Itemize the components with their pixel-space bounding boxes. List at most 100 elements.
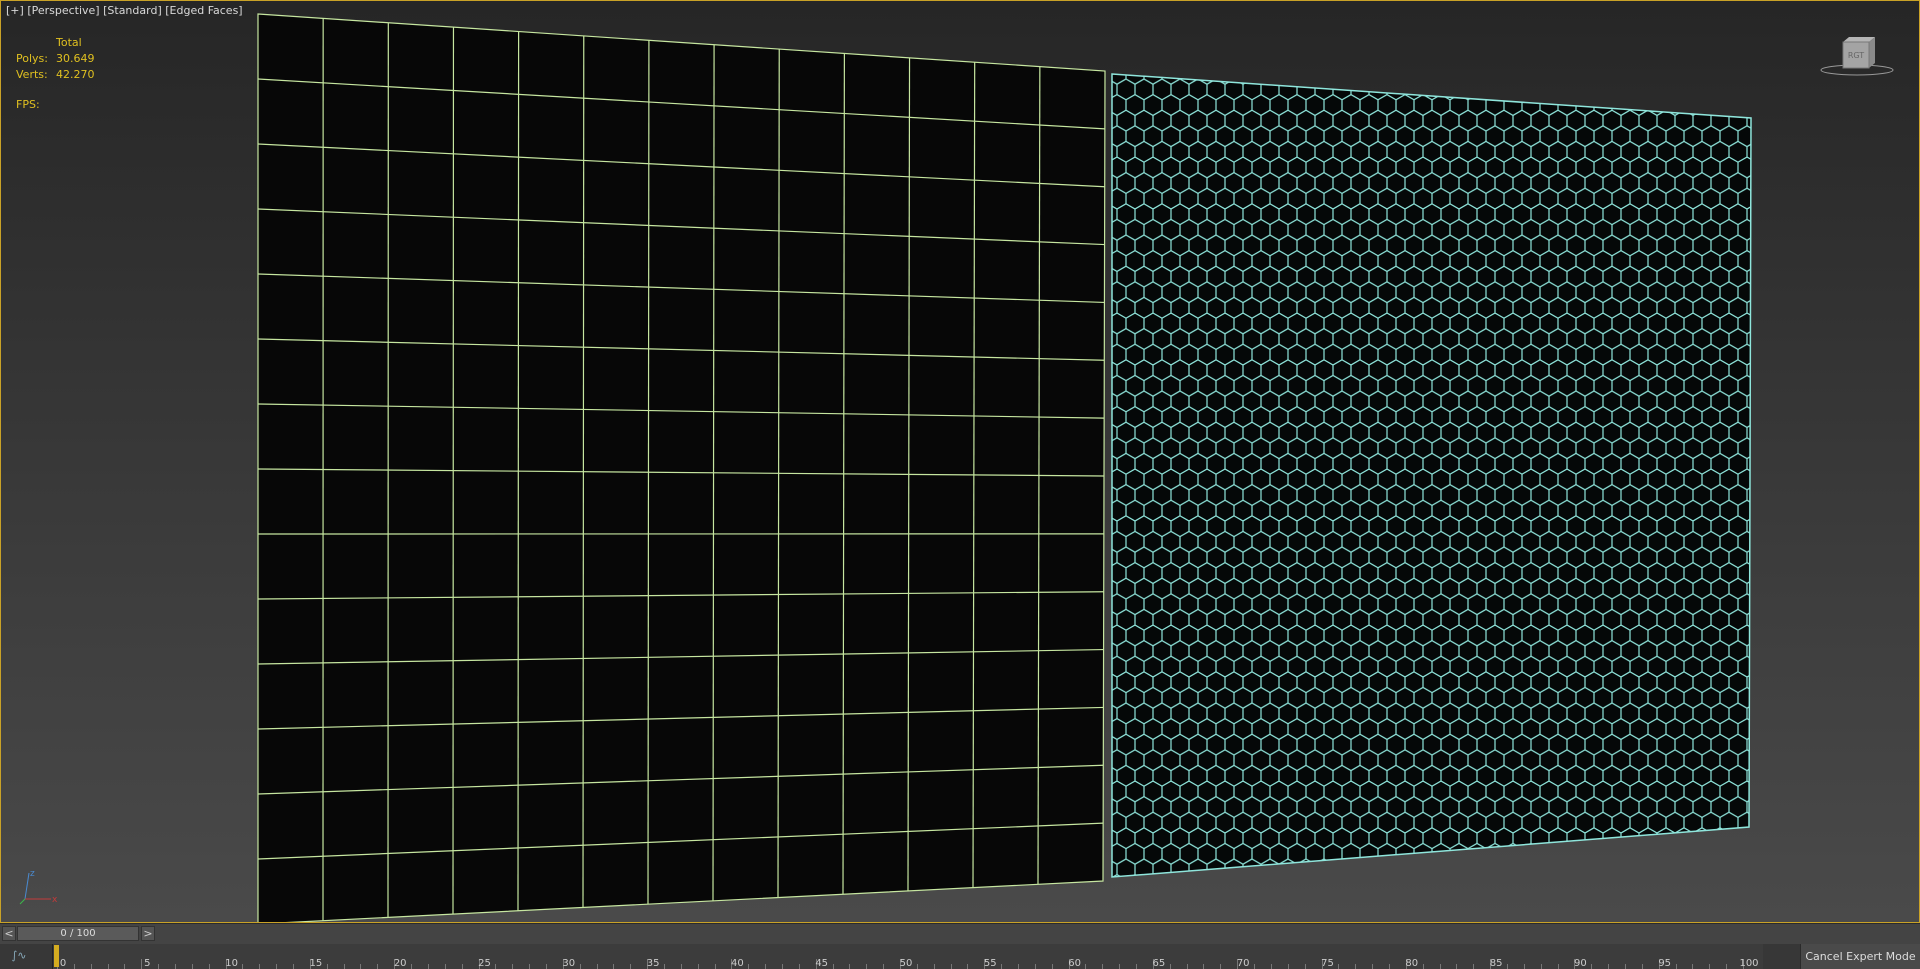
track-bar: ∫∿ 0 5 10 15 20 25 30 35 40 45 50 55 60 65 70 75 80 85 90 9…	[0, 944, 1920, 969]
timeline-tick-label: 75	[1321, 958, 1334, 969]
timeline-tick	[107, 964, 109, 969]
timeline-tick	[495, 964, 497, 969]
timeline-tick-label: 25	[478, 958, 491, 969]
timeline-tick	[1169, 964, 1171, 969]
timeline-tick-label: 100	[1739, 958, 1759, 969]
timeline-tick	[377, 964, 379, 969]
polys-label: Polys:	[16, 52, 48, 65]
timeline-tick	[1557, 964, 1559, 969]
timeline-tick-label: 45	[815, 958, 829, 969]
timeline-tick	[883, 964, 885, 969]
timeline-tick	[73, 964, 75, 969]
perspective-viewport[interactable]: [+] [Perspective] [Standard] [Edged Face…	[0, 0, 1920, 923]
timeline-tick	[1001, 964, 1003, 969]
timeline-tick	[866, 964, 868, 969]
timeline-tick-label: 70	[1236, 958, 1250, 969]
timeline-tick	[343, 964, 345, 969]
timeline-tick	[1338, 964, 1340, 969]
timeline-tick	[90, 964, 92, 969]
timeline-tick	[427, 964, 429, 969]
cancel-expert-mode-button[interactable]: Cancel Expert Mode	[1800, 944, 1920, 969]
timeline-tick-label: 35	[646, 958, 660, 969]
timeline-tick	[1270, 964, 1272, 969]
timeline-tick	[933, 964, 935, 969]
timeline-tick	[1540, 964, 1542, 969]
time-slider[interactable]: 0 / 100	[17, 926, 139, 941]
timeline-tick	[411, 964, 413, 969]
timeline-tick	[967, 964, 969, 969]
previous-frame-button[interactable]: <	[2, 926, 16, 941]
viewport-label-menu[interactable]: [+] [Perspective] [Standard] [Edged Face…	[6, 4, 243, 17]
timeline-tick-label: 20	[393, 958, 407, 969]
timeline-tick	[1473, 964, 1475, 969]
timeline-tick	[1372, 964, 1374, 969]
timeline-tick	[1186, 964, 1188, 969]
timeline-tick	[175, 964, 177, 969]
timeline-tick	[765, 964, 767, 969]
polys-value: 30.649	[56, 52, 95, 65]
timeline-tick	[545, 964, 547, 969]
timeline-tick-label: 30	[562, 958, 576, 969]
timeline-tick-label: 90	[1574, 958, 1587, 969]
timeline-tick	[663, 964, 665, 969]
timeline-tick	[512, 964, 514, 969]
timeline-tick	[461, 964, 463, 969]
viewcube-icon[interactable]: RGT	[1819, 31, 1895, 77]
timeline-tick	[529, 964, 531, 969]
timeline-tick	[444, 964, 446, 969]
axis-z-label: z	[30, 869, 35, 879]
timeline-tick	[916, 964, 918, 969]
current-frame-marker[interactable]	[54, 945, 59, 967]
timeline-tick	[141, 959, 143, 969]
viewport-plus-menu[interactable]: [+]	[6, 4, 24, 17]
timeline-ticks: 0 5 10 15 20 25 30 35 40 45 50 55 60 65 70 75 80 85 90 95 10…	[53, 944, 1853, 969]
timeline-tick	[293, 964, 295, 969]
timeline-tick	[1220, 964, 1222, 969]
timeline-tick	[259, 964, 261, 969]
verts-value: 42.270	[56, 68, 95, 81]
timeline-tick	[1119, 964, 1121, 969]
next-frame-button[interactable]: >	[141, 926, 155, 941]
timeline-tick	[1456, 964, 1458, 969]
mini-curve-editor-icon[interactable]: ∫∿	[6, 948, 32, 964]
viewport-display-mode-menu[interactable]: [Edged Faces]	[165, 4, 242, 17]
timeline-tick	[1051, 964, 1053, 969]
timeline-tick-label: 55	[983, 958, 997, 969]
stats-total-header: Total	[56, 36, 82, 49]
timeline-tick-label: 0	[59, 958, 67, 969]
timeline-tick	[1085, 964, 1087, 969]
timeline-tick	[1355, 964, 1357, 969]
timeline-ruler[interactable]: 0 5 10 15 20 25 30 35 40 45 50 55 60 65 70 75 80 85 90 95 10…	[52, 944, 1763, 969]
timeline-tick-label: 85	[1489, 958, 1503, 969]
timeline-tick	[680, 964, 682, 969]
fps-label: FPS:	[16, 98, 40, 111]
timeline-tick	[242, 964, 244, 969]
timeline-tick-label: 10	[225, 958, 238, 969]
timeline-tick	[748, 964, 750, 969]
timeline-tick	[360, 964, 362, 969]
statistics-overlay: Total Polys: 30.649 Verts: 42.270 FPS:	[16, 35, 95, 113]
timeline-tick-label: 40	[731, 958, 744, 969]
timeline-tick	[613, 964, 615, 969]
timeline-tick	[1692, 964, 1694, 969]
timeline-tick	[1034, 964, 1036, 969]
viewport-shading-standard-menu[interactable]: [Standard]	[103, 4, 162, 17]
timeline-tick-label: 15	[309, 958, 323, 969]
time-slider-bar: < 0 / 100 >	[0, 924, 1920, 944]
timeline-tick	[697, 964, 699, 969]
timeline-tick	[596, 964, 598, 969]
viewcube-face-label: RGT	[1848, 51, 1864, 60]
timeline-tick	[1388, 964, 1390, 969]
viewport-point-of-view-menu[interactable]: [Perspective]	[27, 4, 99, 17]
hex-mesh-plane[interactable]	[1101, 61, 1761, 891]
timeline-tick-label: 80	[1405, 958, 1419, 969]
timeline-tick-label: 60	[1068, 958, 1081, 969]
timeline-tick	[1254, 964, 1256, 969]
timeline-tick	[1591, 964, 1593, 969]
timeline-tick	[326, 964, 328, 969]
timeline-tick	[1102, 964, 1104, 969]
viewport-scene[interactable]	[1, 1, 1920, 923]
quad-mesh-plane[interactable]	[257, 13, 1106, 923]
timeline-tick	[950, 964, 952, 969]
timeline-tick	[1624, 964, 1626, 969]
